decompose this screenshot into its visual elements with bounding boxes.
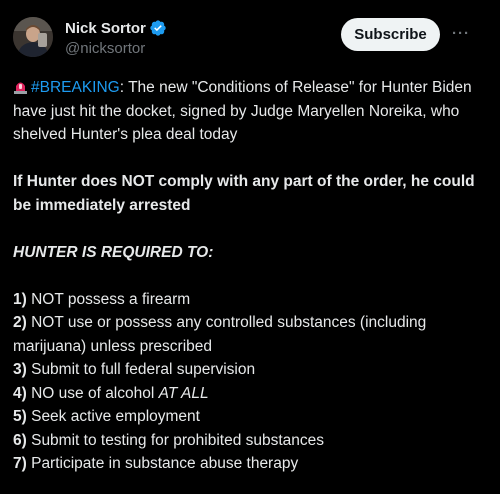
- requirement-item-3: 3) Submit to full federal supervision: [13, 358, 488, 382]
- author-name-row: Nick Sortor: [65, 19, 167, 37]
- item-text: NOT use or possess any controlled substa…: [13, 314, 427, 355]
- more-options-icon[interactable]: ···: [450, 22, 472, 44]
- item-text: Submit to testing for prohibited substan…: [26, 431, 325, 449]
- requirement-item-5: 5) Seek active employment: [13, 405, 488, 429]
- tweet-intro: #BREAKING: The new "Conditions of Releas…: [13, 76, 488, 147]
- item-number: 1): [13, 290, 27, 308]
- avatar-image: [13, 17, 53, 57]
- required-heading: HUNTER IS REQUIRED TO:: [13, 243, 214, 261]
- item-number: 6): [13, 431, 27, 449]
- requirement-item-1: 1) NOT possess a firearm: [13, 288, 488, 312]
- item-number: 2): [13, 314, 27, 331]
- subscribe-button[interactable]: Subscribe: [341, 18, 440, 51]
- requirement-item-4: 4) NO use of alcohol AT ALL: [13, 382, 488, 406]
- tweet-body: #BREAKING: The new "Conditions of Releas…: [13, 76, 488, 476]
- requirement-item-7: 7) Participate in substance abuse therap…: [13, 452, 488, 476]
- item-text: Submit to full federal supervision: [26, 361, 256, 378]
- item-text: Participate in substance abuse therapy: [26, 455, 299, 472]
- author-name[interactable]: Nick Sortor: [65, 20, 146, 37]
- item-number: 5): [13, 408, 27, 425]
- siren-icon: [14, 82, 27, 94]
- avatar[interactable]: [13, 17, 53, 57]
- item-text: Seek active employment: [26, 408, 200, 425]
- tweet-warning: If Hunter does NOT comply with any part …: [13, 173, 475, 214]
- item-emphasis: AT ALL: [158, 384, 209, 402]
- verified-badge-icon: [150, 20, 166, 36]
- author-handle[interactable]: @nicksortor: [65, 40, 145, 57]
- item-text: NO use of alcohol: [26, 384, 159, 402]
- item-text: NOT possess a firearm: [26, 290, 191, 308]
- item-number: 7): [13, 455, 27, 472]
- requirement-item-6: 6) Submit to testing for prohibited subs…: [13, 429, 488, 453]
- tweet-header: Nick Sortor @nicksortor Subscribe ···: [0, 0, 500, 70]
- item-number: 4): [13, 384, 27, 402]
- breaking-hashtag-link[interactable]: #BREAKING: [31, 79, 120, 96]
- requirement-item-2: 2) NOT use or possess any controlled sub…: [13, 311, 488, 358]
- item-number: 3): [13, 361, 27, 378]
